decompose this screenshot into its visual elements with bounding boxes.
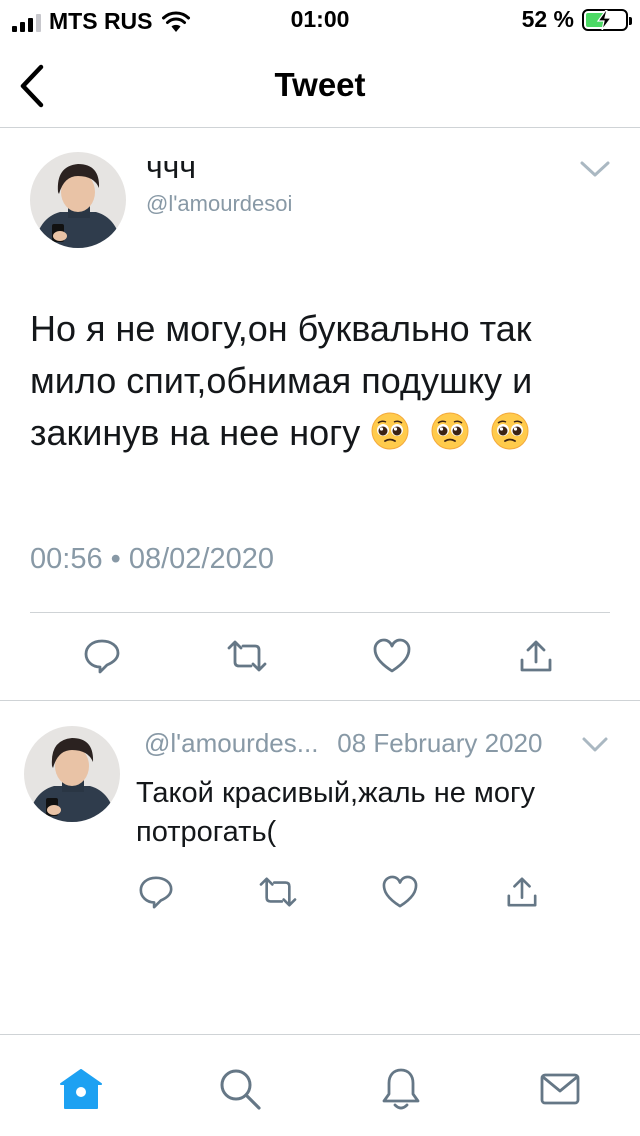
tweet-timestamp: 00:56 • 08/02/2020 xyxy=(30,543,274,575)
retweet-button[interactable] xyxy=(256,870,300,914)
navigation-bar: Tweet xyxy=(0,40,640,128)
tab-search[interactable] xyxy=(216,1065,264,1113)
share-icon xyxy=(520,640,552,672)
chevron-down-icon[interactable] xyxy=(580,734,610,756)
search-icon xyxy=(220,1069,261,1110)
tab-notifications[interactable] xyxy=(377,1065,425,1113)
pleading-face-emoji xyxy=(491,412,529,450)
reply-handle[interactable]: @l'amourdes... xyxy=(144,728,330,759)
reply-icon xyxy=(139,876,173,909)
reply-date: 08 February 2020 xyxy=(337,728,543,758)
tweet-detail-screen: MTS RUS 01:00 52 % Tweet ччч @l'amourdes… xyxy=(0,0,640,1136)
like-icon xyxy=(382,875,418,908)
tweet-text: Но я не могу,он буквально так мило спит,… xyxy=(30,303,610,459)
like-button[interactable] xyxy=(378,870,422,914)
retweet-icon xyxy=(227,640,267,672)
divider xyxy=(30,612,610,613)
reply-icon xyxy=(84,639,120,674)
avatar[interactable] xyxy=(24,726,120,822)
avatar[interactable] xyxy=(30,152,126,248)
retweet-icon xyxy=(259,877,297,907)
reply-tweet[interactable]: @l'amourdes... 08 February 2020 Такой кр… xyxy=(0,702,640,934)
reply-button[interactable] xyxy=(80,634,124,678)
reply-meta: @l'amourdes... 08 February 2020 xyxy=(144,728,542,759)
reply-actions xyxy=(0,870,640,914)
share-icon xyxy=(507,877,537,907)
tweet-actions xyxy=(0,634,640,678)
emoji-group xyxy=(370,412,540,453)
retweet-button[interactable] xyxy=(225,634,269,678)
page-title: Tweet xyxy=(274,66,366,103)
reply-button[interactable] xyxy=(134,870,178,914)
display-name[interactable]: ччч xyxy=(146,149,196,186)
tab-messages[interactable] xyxy=(536,1065,584,1113)
reply-text: Такой красивый,жаль не могу потрогать( xyxy=(136,777,536,848)
like-button[interactable] xyxy=(370,634,414,678)
pleading-face-emoji xyxy=(431,412,469,450)
user-handle[interactable]: @l'amourdesoi xyxy=(146,191,292,217)
share-button[interactable] xyxy=(500,870,544,914)
tab-bar xyxy=(0,1034,640,1136)
notifications-icon xyxy=(382,1068,420,1110)
chevron-down-icon[interactable] xyxy=(578,157,612,181)
battery-percentage: 52 % xyxy=(521,6,574,32)
share-button[interactable] xyxy=(514,634,558,678)
tab-home[interactable] xyxy=(57,1065,105,1113)
status-bar: MTS RUS 01:00 52 % xyxy=(0,0,640,40)
status-right: 52 % xyxy=(521,6,632,33)
battery-icon xyxy=(582,8,632,31)
main-tweet: ччч @l'amourdesoi Но я не могу,он буквал… xyxy=(0,129,640,701)
messages-icon xyxy=(540,1073,580,1105)
pleading-face-emoji xyxy=(371,412,409,450)
home-icon xyxy=(60,1069,102,1109)
charging-bolt-icon xyxy=(596,9,613,30)
like-icon xyxy=(373,638,411,673)
